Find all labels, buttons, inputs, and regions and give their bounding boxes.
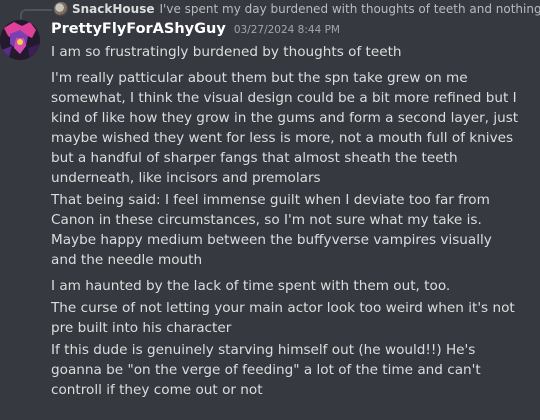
reply-reference[interactable]: SnackHouse I've spent my day burdened wi… xyxy=(38,0,540,18)
reply-avatar-icon[interactable] xyxy=(54,2,68,16)
message-line: I'm really patticular about them but the… xyxy=(51,70,519,186)
user-avatar-icon[interactable] xyxy=(0,20,40,60)
chat-message: SnackHouse I've spent my day burdened wi… xyxy=(0,0,540,420)
avatar-art-icon xyxy=(0,20,40,60)
message-line: If this dude is genuinely starving himse… xyxy=(51,342,481,398)
message-line: That being said: I feel immense guilt wh… xyxy=(51,192,492,268)
reply-username[interactable]: SnackHouse xyxy=(72,2,155,16)
message-line: The curse of not letting your main actor… xyxy=(51,300,515,336)
message-timestamp[interactable]: 03/27/2024 8:44 PM xyxy=(234,24,340,36)
message-username[interactable]: PrettyFlyForAShyGuy xyxy=(51,21,226,37)
reply-preview-text[interactable]: I've spent my day burdened with thoughts… xyxy=(160,2,540,16)
message-header: PrettyFlyForAShyGuy 03/27/2024 8:44 PM xyxy=(51,21,340,37)
message-line: I am haunted by the lack of time spent w… xyxy=(51,278,451,294)
message-body: I am so frustratingly burdened by though… xyxy=(51,42,521,402)
message-line: I am so frustratingly burdened by though… xyxy=(51,44,402,60)
